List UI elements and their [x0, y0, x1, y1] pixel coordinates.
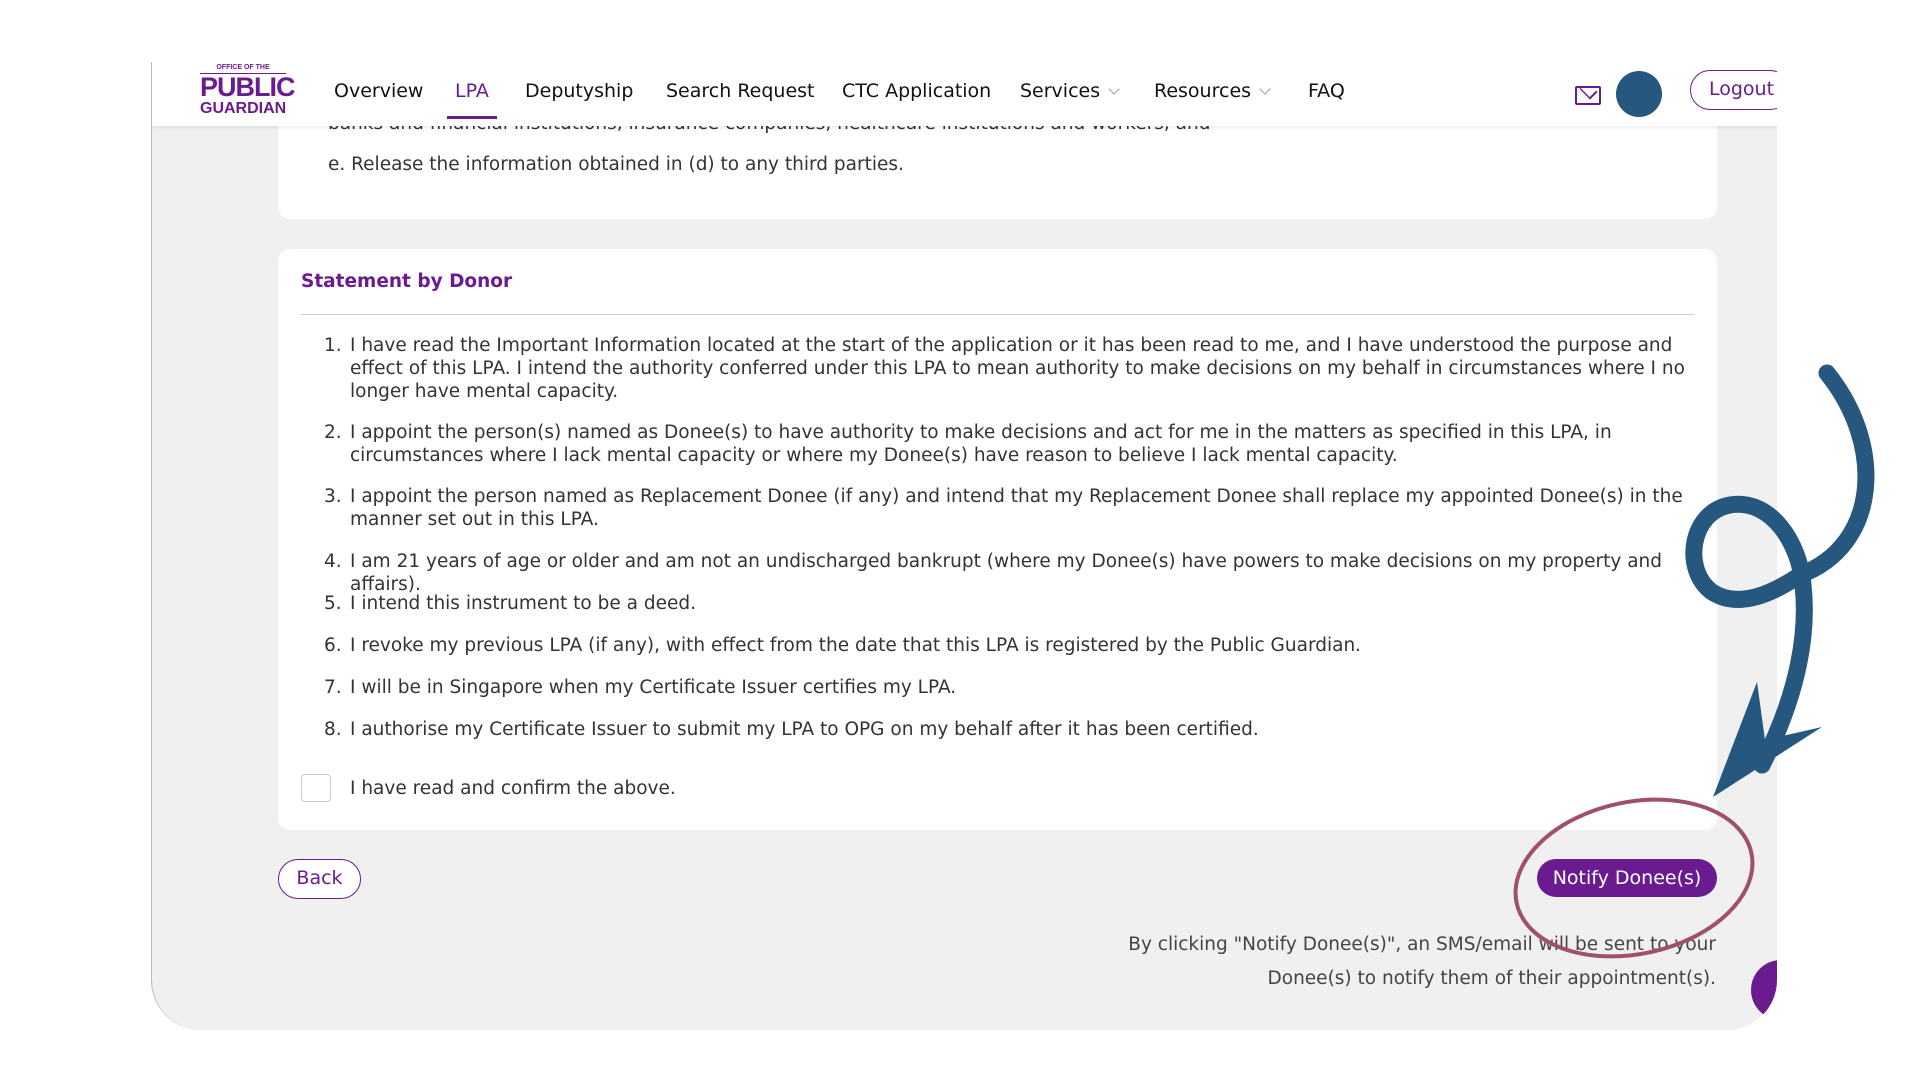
- annotation-overlay: [1513, 364, 1875, 959]
- arrowhead-annotation: [1713, 682, 1822, 797]
- circle-annotation: [1513, 797, 1755, 959]
- arrow-annotation: [1685, 364, 1875, 774]
